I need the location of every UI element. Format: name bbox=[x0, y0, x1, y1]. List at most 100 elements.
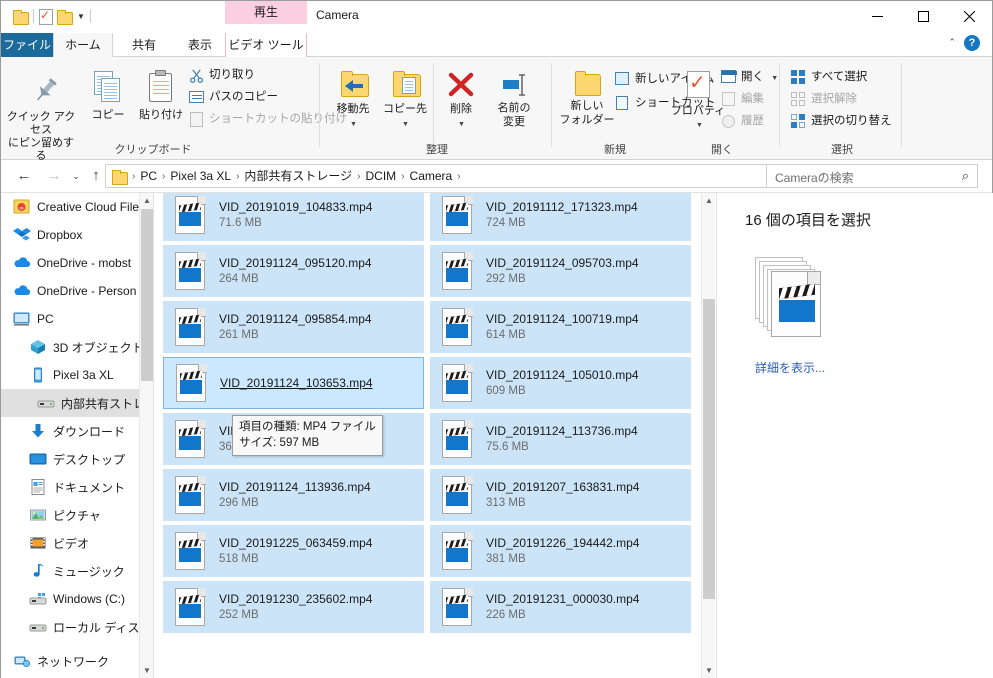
file-name: VID_20191230_235602.mp4 bbox=[219, 592, 373, 606]
sidebar-item-pictures[interactable]: ピクチャ bbox=[1, 501, 140, 529]
list-item[interactable]: VID_20191230_235602.mp4 252 MB bbox=[163, 581, 424, 633]
maximize-button[interactable] bbox=[900, 1, 946, 32]
list-item[interactable]: VID_20191124_095120.mp4 264 MB bbox=[163, 245, 424, 297]
breadcrumb-separator: › bbox=[457, 170, 461, 182]
breadcrumb-separator: › bbox=[401, 170, 405, 182]
chevron-down-icon[interactable]: ▼ bbox=[350, 118, 357, 131]
sidebar-item-music[interactable]: ミュージック bbox=[1, 557, 140, 585]
ribbon-collapse-icon[interactable]: ⌃ bbox=[948, 37, 956, 48]
sidebar-item-3d-objects[interactable]: 3D オブジェクト bbox=[1, 333, 140, 361]
list-item[interactable]: VID_20191124_105010.mp4 609 MB bbox=[430, 357, 691, 409]
up-button[interactable]: ↑ bbox=[85, 165, 107, 187]
sidebar-item-creative-cloud[interactable]: ∞ Creative Cloud File bbox=[1, 193, 140, 221]
chevron-down-icon[interactable]: ▼ bbox=[77, 12, 85, 21]
tab-video-tools[interactable]: ビデオ ツール bbox=[225, 33, 307, 57]
invert-selection-button[interactable]: 選択の切り替え bbox=[789, 111, 892, 131]
select-all-button[interactable]: すべて選択 bbox=[789, 67, 867, 87]
sidebar-item-windows-c[interactable]: Windows (C:) bbox=[1, 585, 140, 613]
breadcrumb-item-camera[interactable]: Camera bbox=[407, 165, 456, 187]
new-folder-icon[interactable] bbox=[57, 9, 73, 25]
scroll-up-arrow-icon[interactable]: ▲ bbox=[140, 193, 153, 209]
details-pane: 16 個の項目を選択 詳細を表示... bbox=[716, 193, 993, 678]
sidebar-item-internal-storage[interactable]: 内部共有ストレー bbox=[1, 389, 140, 417]
copy-path-button[interactable]: パスのコピー bbox=[187, 87, 278, 107]
file-row: VID_20191124_095854.mp4 261 MB VID_201911… bbox=[163, 301, 691, 353]
breadcrumb-item-device[interactable]: Pixel 3a XL bbox=[167, 165, 234, 187]
dropbox-icon bbox=[13, 226, 31, 244]
folder-icon[interactable] bbox=[13, 9, 29, 25]
sidebar-item-videos[interactable]: ビデオ bbox=[1, 529, 140, 557]
search-icon[interactable]: ⌕ bbox=[962, 168, 969, 184]
content-area: ∞ Creative Cloud File Dropbox OneDrive -… bbox=[1, 192, 993, 678]
list-item[interactable]: VID_20191019_104833.mp4 71.6 MB bbox=[163, 193, 424, 241]
sidebar-item-dropbox[interactable]: Dropbox bbox=[1, 221, 140, 249]
list-item-focused[interactable]: VID_20191124_103653.mp4 bbox=[163, 357, 424, 409]
tab-share[interactable]: 共有 bbox=[113, 33, 175, 57]
sidebar-item-onedrive-work[interactable]: OneDrive - mobst bbox=[1, 249, 140, 277]
show-details-link[interactable]: 詳細を表示... bbox=[755, 359, 825, 376]
file-list[interactable]: 6.65 MB 7.13 MB VID_20191019_104833.mp47… bbox=[155, 193, 715, 678]
list-item[interactable]: VID_20191124_095703.mp4 292 MB bbox=[430, 245, 691, 297]
pc-icon bbox=[13, 310, 31, 328]
sidebar-item-label: ピクチャ bbox=[53, 508, 101, 523]
navigation-scrollbar[interactable]: ▲ ▼ bbox=[139, 193, 153, 678]
video-file-icon bbox=[440, 531, 476, 571]
file-list-scrollbar[interactable]: ▲ ▼ bbox=[701, 193, 715, 678]
sidebar-item-label: ダウンロード bbox=[53, 424, 126, 439]
sidebar-item-documents[interactable]: ドキュメント bbox=[1, 473, 140, 501]
list-item[interactable]: VID_20191231_000030.mp4 226 MB bbox=[430, 581, 691, 633]
list-item[interactable]: VID_20191207_163831.mp4 313 MB bbox=[430, 469, 691, 521]
chevron-down-icon[interactable]: ▼ bbox=[402, 118, 409, 131]
list-item[interactable]: VID_20191112_171323.mp4 724 MB bbox=[430, 193, 691, 241]
tab-view[interactable]: 表示 bbox=[175, 33, 225, 57]
paste-shortcut-icon bbox=[190, 112, 203, 127]
close-button[interactable] bbox=[946, 1, 992, 32]
documents-icon bbox=[29, 478, 47, 496]
minimize-button[interactable] bbox=[854, 1, 900, 32]
file-name: VID_20191124_095703.mp4 bbox=[486, 256, 639, 270]
scroll-down-arrow-icon[interactable]: ▼ bbox=[140, 663, 153, 678]
sidebar-item-pixel-3a-xl[interactable]: Pixel 3a XL bbox=[1, 361, 140, 389]
chevron-down-icon[interactable]: ▼ bbox=[771, 75, 778, 82]
paste-label: 貼り付け bbox=[139, 109, 183, 121]
chevron-down-icon[interactable]: ▼ bbox=[696, 119, 703, 132]
breadcrumb-item-storage[interactable]: 内部共有ストレージ bbox=[241, 165, 355, 187]
ribbon-group-organize: 移動先 ▼ コピー先 ▼ 削除 ▼ 名前の 変更 整理 bbox=[323, 57, 551, 160]
recent-locations-button[interactable]: ⌄ bbox=[65, 165, 87, 187]
list-item[interactable]: VID_20191124_100719.mp4 614 MB bbox=[430, 301, 691, 353]
help-icon[interactable]: ? bbox=[964, 35, 980, 51]
scrollbar-thumb[interactable] bbox=[703, 299, 715, 599]
scroll-up-arrow-icon[interactable]: ▲ bbox=[702, 193, 715, 209]
sidebar-item-onedrive-personal[interactable]: OneDrive - Person bbox=[1, 277, 140, 305]
list-item[interactable]: VID_20191124_113736.mp4 75.6 MB bbox=[430, 413, 691, 465]
search-input[interactable]: Cameraの検索 bbox=[775, 169, 854, 186]
tab-file[interactable]: ファイル bbox=[1, 33, 53, 57]
sidebar-item-desktop[interactable]: デスクトップ bbox=[1, 445, 140, 473]
sidebar-item-downloads[interactable]: ダウンロード bbox=[1, 417, 140, 445]
scroll-down-arrow-icon[interactable]: ▼ bbox=[702, 663, 715, 678]
list-item[interactable]: VID_20191124_095854.mp4 261 MB bbox=[163, 301, 424, 353]
tab-home[interactable]: ホーム bbox=[53, 33, 113, 57]
breadcrumb-item-pc[interactable]: PC bbox=[137, 165, 160, 187]
properties-icon[interactable] bbox=[39, 8, 53, 25]
list-item[interactable]: VID_20191124_113936.mp4 296 MB bbox=[163, 469, 424, 521]
search-box[interactable]: Cameraの検索 ⌕ bbox=[766, 164, 978, 188]
back-button[interactable]: ← bbox=[13, 165, 35, 187]
list-item[interactable]: VID_20191226_194442.mp4 381 MB bbox=[430, 525, 691, 577]
cut-button[interactable]: 切り取り bbox=[187, 65, 255, 85]
breadcrumb-item-dcim[interactable]: DCIM bbox=[363, 165, 400, 187]
list-item[interactable]: VID_20191225_063459.mp4 518 MB bbox=[163, 525, 424, 577]
file-tooltip: 項目の種類: MP4 ファイル サイズ: 597 MB bbox=[232, 415, 383, 456]
video-file-icon bbox=[440, 475, 476, 515]
sidebar-item-network[interactable]: ネットワーク bbox=[1, 647, 140, 675]
video-file-icon bbox=[440, 419, 476, 459]
sidebar-item-pc[interactable]: PC bbox=[1, 305, 140, 333]
sidebar-item-label: Pixel 3a XL bbox=[53, 368, 114, 382]
open-button[interactable]: 開く ▼ bbox=[719, 67, 778, 87]
forward-button[interactable]: → bbox=[43, 165, 65, 187]
chevron-down-icon[interactable]: ▼ bbox=[458, 118, 465, 131]
scrollbar-thumb[interactable] bbox=[141, 209, 153, 381]
sidebar-item-local-disk-d[interactable]: ローカル ディスク (D bbox=[1, 613, 140, 641]
file-row: VID_20191230_235602.mp4 252 MB VID_201912… bbox=[163, 581, 691, 633]
breadcrumb[interactable]: › PC › Pixel 3a XL › 内部共有ストレージ › DCIM › … bbox=[105, 164, 817, 188]
